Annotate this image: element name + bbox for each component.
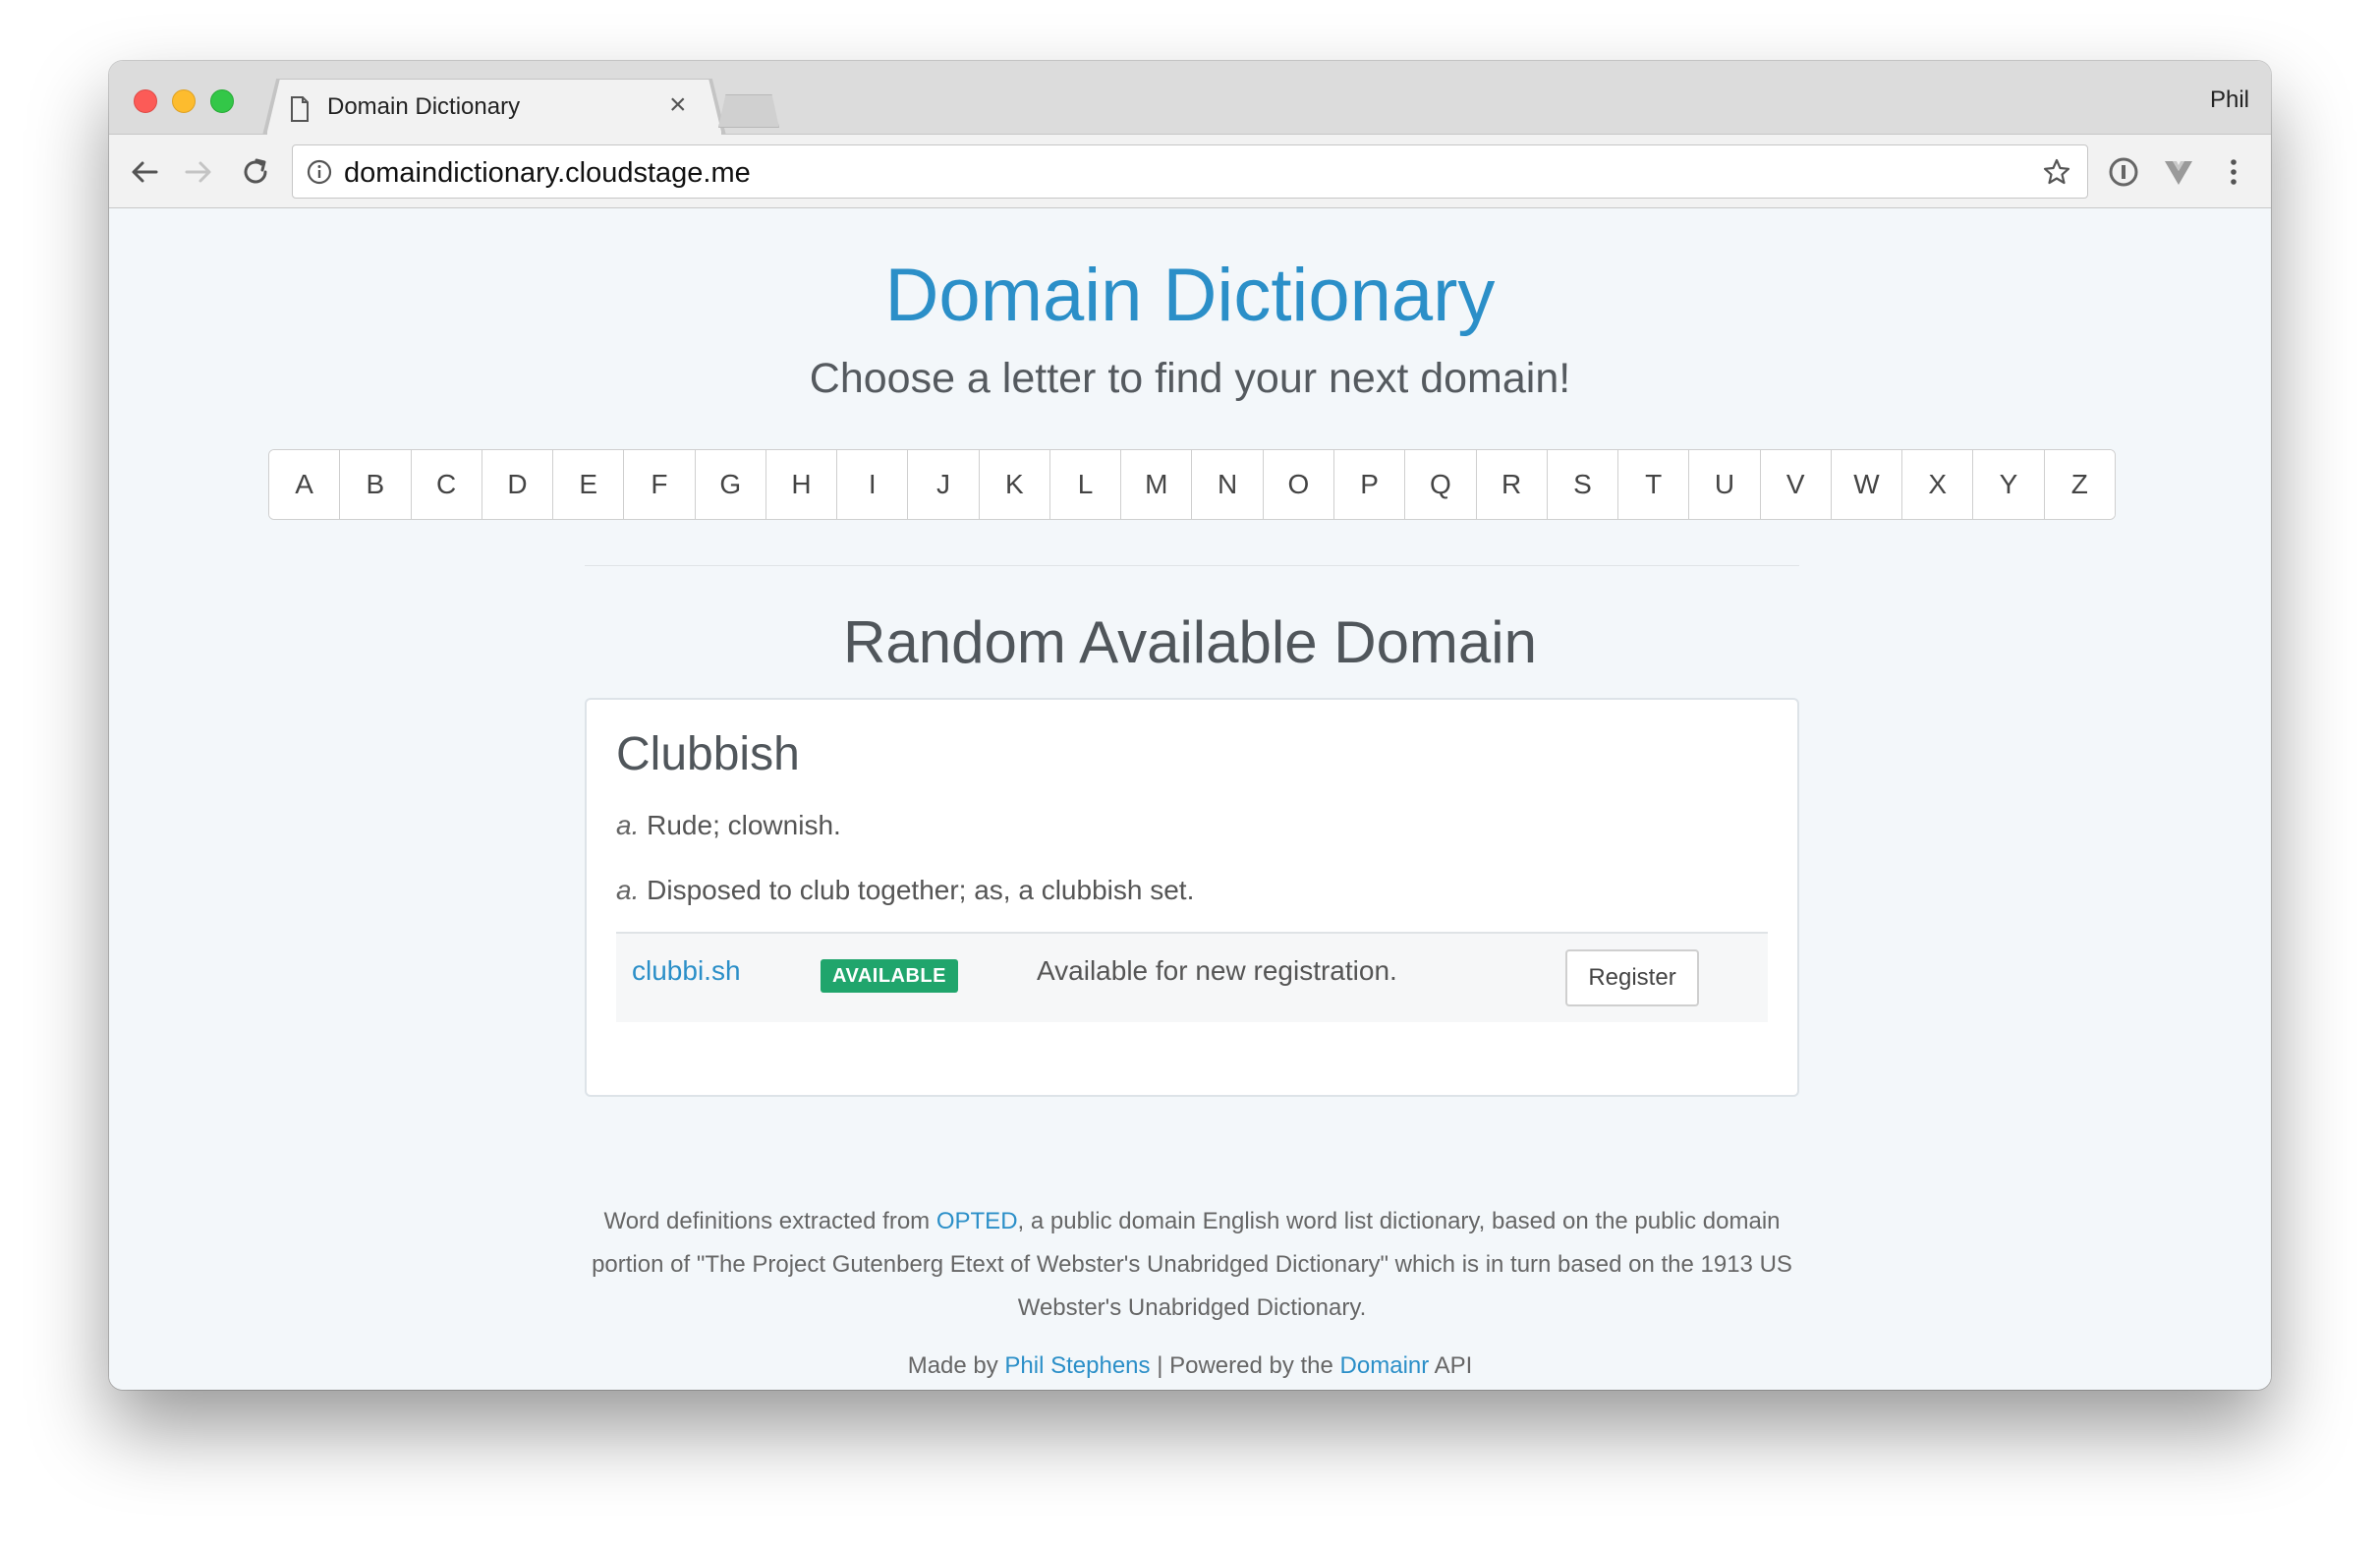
domain-row: clubbi.sh AVAILABLE Available for new re… bbox=[616, 932, 1768, 1022]
letter-button-y[interactable]: Y bbox=[1973, 450, 2045, 519]
definition-item: a. Rude; clownish. bbox=[616, 810, 841, 841]
letter-button-o[interactable]: O bbox=[1263, 450, 1334, 519]
letter-button-w[interactable]: W bbox=[1831, 450, 1903, 519]
letter-button-c[interactable]: C bbox=[411, 450, 482, 519]
info-icon[interactable] bbox=[307, 159, 332, 185]
site-title[interactable]: Domain Dictionary bbox=[109, 253, 2271, 338]
credits-part: | Powered by the bbox=[1150, 1352, 1340, 1379]
letter-button-r[interactable]: R bbox=[1476, 450, 1548, 519]
vue-devtools-icon[interactable] bbox=[2163, 156, 2194, 188]
letter-button-v[interactable]: V bbox=[1760, 450, 1832, 519]
minimize-window-button[interactable] bbox=[172, 89, 196, 113]
letter-button-f[interactable]: F bbox=[624, 450, 696, 519]
subtitle: Choose a letter to find your next domain… bbox=[809, 355, 1571, 402]
letter-button-x[interactable]: X bbox=[1902, 450, 1974, 519]
letter-button-j[interactable]: J bbox=[908, 450, 980, 519]
address-bar[interactable]: domaindictionary.cloudstage.me bbox=[292, 144, 2088, 199]
letter-button-q[interactable]: Q bbox=[1405, 450, 1477, 519]
letter-button-e[interactable]: E bbox=[553, 450, 625, 519]
letter-button-n[interactable]: N bbox=[1192, 450, 1264, 519]
definition-text: Rude; clownish. bbox=[647, 810, 841, 840]
attribution-part: Word definitions extracted from bbox=[603, 1208, 936, 1234]
password-extension-icon[interactable] bbox=[2108, 156, 2139, 188]
profile-name[interactable]: Phil bbox=[2210, 86, 2249, 114]
letter-button-m[interactable]: M bbox=[1121, 450, 1193, 519]
part-of-speech: a. bbox=[616, 875, 640, 905]
letter-button-p[interactable]: P bbox=[1333, 450, 1406, 519]
definition-text: Disposed to club together; as, a clubbis… bbox=[647, 875, 1195, 905]
domain-link[interactable]: clubbi.sh bbox=[632, 955, 741, 987]
letter-button-l[interactable]: L bbox=[1049, 450, 1122, 519]
new-tab-button[interactable] bbox=[718, 94, 779, 128]
credits-line: Made by Phil Stephens | Powered by the D… bbox=[109, 1352, 2271, 1380]
attribution-text: Word definitions extracted from OPTED, a… bbox=[585, 1200, 1799, 1330]
menu-dots-icon[interactable] bbox=[2218, 156, 2249, 188]
close-window-button[interactable] bbox=[134, 89, 157, 113]
page-content: Domain Dictionary Choose a letter to fin… bbox=[109, 209, 2271, 1390]
credits-part: API bbox=[1429, 1352, 1473, 1379]
maximize-window-button[interactable] bbox=[210, 89, 234, 113]
tab-close-icon[interactable]: × bbox=[669, 90, 687, 120]
letter-button-z[interactable]: Z bbox=[2044, 450, 2115, 519]
url-text[interactable]: domaindictionary.cloudstage.me bbox=[344, 157, 751, 190]
register-button[interactable]: Register bbox=[1565, 949, 1699, 1006]
letter-button-a[interactable]: A bbox=[269, 450, 341, 519]
letter-button-b[interactable]: B bbox=[340, 450, 412, 519]
forward-arrow-icon[interactable] bbox=[183, 156, 214, 188]
letter-button-s[interactable]: S bbox=[1547, 450, 1619, 519]
page-icon bbox=[291, 96, 309, 122]
domainr-link[interactable]: Domainr bbox=[1340, 1352, 1430, 1379]
back-arrow-icon[interactable] bbox=[129, 156, 160, 188]
section-title: Random Available Domain bbox=[843, 609, 1537, 675]
author-link[interactable]: Phil Stephens bbox=[1004, 1352, 1150, 1379]
letter-button-group: ABCDEFGHIJKLMNOPQRSTUVWXYZ bbox=[268, 449, 2116, 520]
letter-button-h[interactable]: H bbox=[765, 450, 838, 519]
reload-icon[interactable] bbox=[240, 156, 271, 188]
opted-link[interactable]: OPTED bbox=[936, 1208, 1018, 1234]
tab-title: Domain Dictionary bbox=[327, 93, 521, 120]
tab-strip: Domain Dictionary × Phil bbox=[109, 61, 2271, 136]
availability-status: Available for new registration. bbox=[1037, 955, 1397, 986]
credits-part: Made by bbox=[907, 1352, 1005, 1379]
browser-window: Domain Dictionary × Phil domaindictionar… bbox=[109, 61, 2271, 1390]
letter-button-d[interactable]: D bbox=[482, 450, 554, 519]
definition-item: a. Disposed to club together; as, a club… bbox=[616, 875, 1194, 906]
bookmark-star-icon[interactable] bbox=[2042, 157, 2071, 187]
word-title: Clubbish bbox=[616, 728, 800, 780]
letter-button-u[interactable]: U bbox=[1689, 450, 1761, 519]
browser-toolbar: domaindictionary.cloudstage.me bbox=[109, 135, 2271, 208]
available-badge: AVAILABLE bbox=[821, 959, 958, 993]
letter-button-i[interactable]: I bbox=[837, 450, 909, 519]
domain-card: Clubbish a. Rude; clownish. a. Disposed … bbox=[585, 698, 1799, 1097]
letter-button-g[interactable]: G bbox=[695, 450, 766, 519]
letter-button-t[interactable]: T bbox=[1618, 450, 1690, 519]
part-of-speech: a. bbox=[616, 810, 640, 840]
letter-button-k[interactable]: K bbox=[979, 450, 1050, 519]
section-divider bbox=[585, 565, 1799, 566]
